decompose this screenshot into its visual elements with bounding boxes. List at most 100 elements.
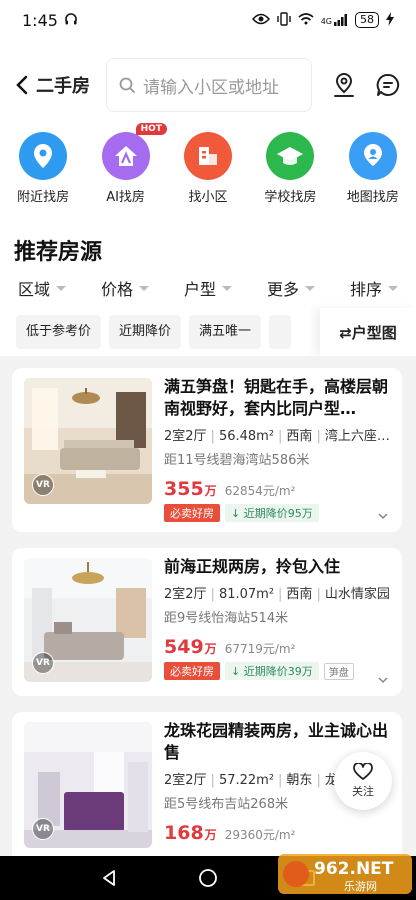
listing-layout: 2室2厅 [164,773,207,788]
battery-indicator: 58 [355,12,379,28]
svg-text:962.NET: 962.NET [314,859,394,879]
price-value: 355 [164,478,204,500]
vibrate-icon [277,11,291,29]
chip-five-year-unique[interactable]: 满五唯一 [189,315,262,349]
listing-price: 355万 [164,478,217,500]
chat-bubble-icon [376,73,400,96]
eye-icon [251,13,270,28]
chip-recent-price-drop[interactable]: 近期降价 [109,315,182,349]
listing-unit-price: 62854元/m² [224,484,296,498]
search-input[interactable]: 请输入小区或地址 [106,58,312,112]
listing-area: 81.07m² [218,587,275,602]
listing-title: 前海正规两房，拎包入住 [164,557,341,576]
charging-icon [386,11,394,29]
chip-partial[interactable] [269,315,292,349]
nav-back-icon[interactable] [100,869,118,887]
location-person-icon [334,72,354,97]
quick-entry-label: 附近找房 [17,190,70,205]
quick-entry-ai[interactable]: HOT AI找房 [86,123,167,220]
filter-label: 户型 [183,280,216,299]
dropdown-triangle-icon [139,285,149,291]
listing-community: 山水情家园 [324,587,390,602]
dropdown-triangle-icon [56,285,67,291]
follow-label: 关注 [352,785,374,798]
listing-card[interactable]: VR 前海正规两房，拎包入住 2室2厅 | 81.07m² | 西南 | 山水情家园 距9号… [12,548,402,696]
chevron-left-icon [16,75,28,95]
price-value: 549 [164,636,204,658]
listing-community: 湾上六座… [324,429,390,444]
graduation-cap-icon [266,132,315,180]
tag-must-sell: 必卖好房 [164,662,220,680]
status-time: 1:45 [22,10,58,30]
tag-price-drop-text: 近期降价39万 [243,665,313,678]
price-unit: 万 [204,828,217,842]
back-button[interactable]: 二手房 [14,72,106,98]
quick-entry-school[interactable]: 学校找房 [250,130,330,220]
location-button[interactable] [330,71,358,99]
filter-label: 排序 [349,280,382,299]
quick-entry-nearby[interactable]: 附近找房 [3,130,83,220]
listing-photo: VR [24,378,152,504]
chevron-down-icon[interactable] [378,676,388,684]
listing-price: 549万 [164,636,217,658]
vr-badge[interactable]: VR [32,818,54,840]
svg-text:乐游网: 乐游网 [344,880,377,893]
filter-label: 更多 [266,280,299,299]
quick-entry-label: AI找房 [106,190,145,205]
filter-layout[interactable]: 户型 [184,276,232,300]
price-unit: 万 [204,484,217,498]
listing-orientation: 西南 [286,429,313,444]
filter-more[interactable]: 更多 [267,276,315,300]
tag-must-sell: 必卖好房 [164,504,220,522]
map-person-icon [348,132,397,180]
dropdown-triangle-icon [387,285,398,291]
follow-button[interactable]: 关注 [334,752,392,810]
listing-photo: VR [24,558,152,682]
listing-orientation: 朝东 [286,773,313,788]
ai-house-icon [101,132,150,180]
quick-entry-label: 地图找房 [346,190,399,205]
listing-unit-price: 67719元/m² [224,642,296,656]
dropdown-triangle-icon [221,285,232,291]
hot-badge: HOT [135,123,167,135]
filter-sort[interactable]: 排序 [350,276,398,300]
listing-subway: 距9号线怡海站514米 [164,611,289,626]
vr-badge[interactable]: VR [32,474,54,496]
page-title: 二手房 [36,76,90,97]
filter-label: 价格 [100,280,133,299]
heart-icon [353,763,373,780]
listing-area: 57.22m² [218,773,275,788]
search-placeholder: 请输入小区或地址 [143,77,279,98]
tag-price-drop: ↓ 近期降价95万 [225,504,319,522]
listing-photo: VR [24,722,152,848]
watermark-logo: 962.NET 乐游网 [278,850,412,898]
nav-home-icon[interactable] [198,868,218,888]
quick-entry-community[interactable]: 找小区 [168,130,248,220]
layout-chart-button[interactable]: ⇄户型图 [320,308,416,356]
filter-label: 区域 [18,280,51,299]
headphones-icon [64,11,78,30]
filter-area[interactable]: 区域 [18,276,67,300]
quick-entry-label: 学校找房 [264,190,317,205]
header: 二手房 请输入小区或地址 [0,40,416,130]
listing-meta: 2室2厅 | 56.48m² | 西南 | 湾上六座… [164,429,390,444]
chevron-down-icon[interactable] [378,512,388,520]
tag-price-drop-text: 近期降价95万 [243,507,313,520]
listing-layout: 2室2厅 [164,429,207,444]
filter-price[interactable]: 价格 [101,276,149,300]
listing-card[interactable]: VR 满五笋盘！钥匙在手，高楼层朝南视野好，套内比同户型… 2室2厅 | 56.48… [12,368,402,532]
section-title: 推荐房源 [0,220,416,268]
listing-meta: 2室2厅 | 81.07m² | 西南 | 山水情家园 [164,587,390,602]
wifi-icon [298,12,314,28]
price-unit: 万 [204,642,217,656]
listing-unit-price: 29360元/m² [224,828,296,842]
location-pin-icon [19,132,68,180]
tag-bargain: 笋盘 [323,662,354,680]
quick-entry-map[interactable]: 地图找房 [333,130,413,220]
chip-below-reference[interactable]: 低于参考价 [16,315,102,349]
vr-badge[interactable]: VR [32,652,54,674]
dropdown-triangle-icon [304,285,315,291]
quick-entries: 附近找房 HOT AI找房 找小区 学校找房 地图找房 [0,123,416,220]
search-icon [119,77,135,93]
message-button[interactable] [374,71,402,99]
